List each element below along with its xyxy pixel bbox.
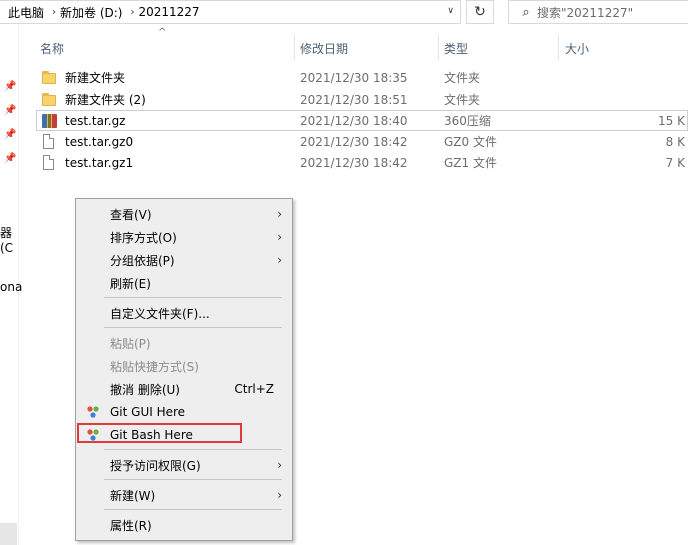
file-name[interactable]: test.tar.gz: [65, 114, 306, 128]
submenu-arrow-icon: ›: [277, 207, 282, 221]
folder-icon: [41, 92, 59, 108]
column-header-date[interactable]: 修改日期: [300, 40, 348, 57]
menu-item-label: 授予访问权限(G): [110, 458, 201, 473]
breadcrumb-this-pc[interactable]: 此电脑: [0, 4, 48, 21]
column-header-size[interactable]: 大小: [565, 40, 589, 57]
menu-separator: [104, 449, 282, 450]
file-row[interactable]: 新建文件夹 2021/12/30 18:35 文件夹: [36, 67, 688, 88]
file-type: GZ1 文件: [444, 156, 497, 170]
file-name[interactable]: test.tar.gz1: [65, 156, 306, 170]
menu-item-label: 粘贴(P): [110, 336, 151, 351]
file-date: 2021/12/30 18:40: [300, 113, 408, 128]
column-header-name[interactable]: 名称: [40, 40, 64, 57]
search-box[interactable]: ⌕ 搜索"20211227": [508, 0, 688, 24]
menu-separator: [104, 509, 282, 510]
file-size: 8 K: [665, 134, 685, 149]
menu-item-label: 属性(R): [110, 518, 152, 533]
menu-item-grant-access[interactable]: 授予访问权限(G) ›: [76, 454, 292, 476]
file-size: 15 K: [658, 113, 685, 128]
refresh-icon: ↻: [474, 4, 486, 20]
file-row[interactable]: test.tar.gz1 2021/12/30 18:42 GZ1 文件 7 K: [36, 152, 688, 173]
menu-item-view[interactable]: 查看(V) ›: [76, 203, 292, 225]
menu-item-label: 自定义文件夹(F)...: [110, 306, 210, 321]
menu-item-label: 刷新(E): [110, 276, 151, 291]
file-name[interactable]: test.tar.gz0: [65, 135, 306, 149]
file-date: 2021/12/30 18:42: [300, 155, 408, 170]
menu-item-label: Git GUI Here: [110, 405, 186, 419]
menu-item-label: 粘贴快捷方式(S): [110, 359, 199, 374]
nav-item-drive-c[interactable]: 器 (C: [0, 224, 18, 255]
pin-icon: 📌: [4, 81, 17, 92]
folder-icon: [41, 70, 59, 86]
menu-item-paste-shortcut[interactable]: 粘贴快捷方式(S): [76, 355, 292, 377]
menu-item-group-by[interactable]: 分组依据(P) ›: [76, 249, 292, 271]
menu-item-label: 排序方式(O): [110, 230, 177, 245]
menu-item-new[interactable]: 新建(W) ›: [76, 484, 292, 506]
menu-item-sort-by[interactable]: 排序方式(O) ›: [76, 226, 292, 248]
sort-ascending-icon: ^: [158, 27, 167, 38]
menu-item-undo-delete[interactable]: 撤消 删除(U) Ctrl+Z: [76, 378, 292, 400]
nav-item-onedrive[interactable]: ona: [0, 280, 22, 294]
menu-item-customize-folder[interactable]: 自定义文件夹(F)...: [76, 302, 292, 324]
nav-scrollbar[interactable]: [0, 523, 17, 545]
breadcrumb-separator-icon[interactable]: ›: [48, 7, 60, 18]
file-type: GZ0 文件: [444, 135, 497, 149]
file-name[interactable]: 新建文件夹 (2): [65, 91, 306, 108]
breadcrumb-separator-icon[interactable]: ›: [126, 7, 138, 18]
menu-item-shortcut: Ctrl+Z: [234, 382, 274, 396]
archive-icon: [41, 113, 59, 129]
menu-item-label: 新建(W): [110, 488, 156, 503]
submenu-arrow-icon: ›: [277, 458, 282, 472]
file-row[interactable]: test.tar.gz0 2021/12/30 18:42 GZ0 文件 8 K: [36, 131, 688, 152]
file-size: 7 K: [665, 155, 685, 170]
column-divider[interactable]: [294, 34, 295, 60]
menu-item-refresh[interactable]: 刷新(E): [76, 272, 292, 294]
breadcrumb-folder[interactable]: 20211227: [138, 5, 203, 19]
file-row[interactable]: test.tar.gz 2021/12/30 18:40 360压缩 15 K: [36, 110, 688, 131]
refresh-button[interactable]: ↻: [466, 0, 494, 24]
file-icon: [41, 133, 59, 150]
column-header-type[interactable]: 类型: [444, 40, 468, 57]
address-bar[interactable]: 此电脑 › 新加卷 (D:) › 20211227 ∨: [0, 0, 461, 24]
file-name[interactable]: 新建文件夹: [65, 69, 306, 86]
menu-separator: [104, 479, 282, 480]
menu-item-label: 查看(V): [110, 207, 152, 222]
address-dropdown-icon[interactable]: ∨: [447, 6, 454, 16]
submenu-arrow-icon: ›: [277, 488, 282, 502]
pin-icon: 📌: [4, 153, 17, 164]
file-type: 文件夹: [444, 71, 481, 85]
file-date: 2021/12/30 18:51: [300, 92, 408, 107]
menu-separator: [104, 297, 282, 298]
menu-separator: [104, 327, 282, 328]
search-icon: ⌕: [522, 4, 530, 20]
menu-item-git-gui[interactable]: Git GUI Here: [76, 401, 292, 423]
navigation-pane[interactable]: 📌 📌 📌 📌 器 (C ona: [0, 24, 22, 545]
file-date: 2021/12/30 18:35: [300, 70, 408, 85]
search-input[interactable]: 搜索"20211227": [537, 4, 633, 21]
submenu-arrow-icon: ›: [277, 253, 282, 267]
menu-item-label: 撤消 删除(U): [110, 382, 180, 397]
git-icon: [86, 405, 100, 419]
breadcrumb-drive-d[interactable]: 新加卷 (D:): [60, 4, 126, 21]
column-divider[interactable]: [558, 34, 559, 60]
file-type: 文件夹: [444, 93, 481, 107]
menu-item-paste[interactable]: 粘贴(P): [76, 332, 292, 354]
submenu-arrow-icon: ›: [277, 230, 282, 244]
file-date: 2021/12/30 18:42: [300, 134, 408, 149]
pin-icon: 📌: [4, 129, 17, 140]
highlight-box: [77, 423, 242, 443]
menu-item-properties[interactable]: 属性(R): [76, 514, 292, 536]
menu-item-label: 分组依据(P): [110, 253, 175, 268]
context-menu: 查看(V) › 排序方式(O) › 分组依据(P) › 刷新(E) 自定义文件夹…: [75, 198, 293, 541]
file-type: 360压缩: [444, 114, 491, 128]
file-row[interactable]: 新建文件夹 (2) 2021/12/30 18:51 文件夹: [36, 89, 688, 110]
pin-icon: 📌: [4, 105, 17, 116]
column-divider[interactable]: [438, 34, 439, 60]
file-icon: [41, 154, 59, 171]
